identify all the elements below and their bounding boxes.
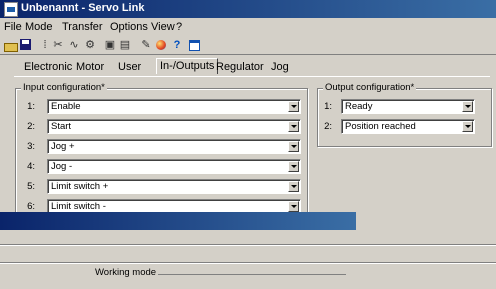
open-icon[interactable] (3, 38, 18, 52)
monitor-icon[interactable]: ⚙ (83, 38, 97, 52)
tool-icon[interactable]: ⁞ (38, 38, 52, 52)
output-configuration-group: Output configuration* 1: Ready 2: Positi… (317, 82, 492, 147)
chevron-down-icon[interactable] (288, 201, 299, 212)
input-select-6-value: Limit switch - (51, 201, 106, 212)
output-configuration-title: Output configuration* (323, 82, 417, 93)
separator (0, 263, 496, 264)
menu-transfer[interactable]: Transfer (62, 21, 103, 33)
menu-options[interactable]: Options (110, 21, 148, 33)
overlapping-window-title-bar[interactable] (0, 212, 356, 230)
chevron-down-icon[interactable] (462, 101, 473, 112)
chevron-down-icon[interactable] (288, 181, 299, 192)
output-select-2-value: Position reached (345, 121, 416, 132)
input-number-6: 6: (27, 201, 35, 212)
app-icon (4, 2, 18, 17)
chevron-down-icon[interactable] (288, 121, 299, 132)
tab-regulator[interactable]: Regulator (216, 61, 264, 73)
menu-file[interactable]: File (4, 21, 22, 33)
input-configuration-group: Input configuration* 1: Enable 2: Start … (15, 82, 308, 226)
input-select-5[interactable]: Limit switch + (47, 179, 301, 194)
input-select-5-value: Limit switch + (51, 181, 109, 192)
chevron-down-icon[interactable] (288, 161, 299, 172)
working-mode-label: Working mode (93, 267, 159, 278)
input-select-2[interactable]: Start (47, 119, 301, 134)
edit-icon[interactable]: ✎ (139, 38, 153, 52)
input-select-4-value: Jog - (51, 161, 73, 172)
help-icon[interactable]: ? (170, 38, 184, 52)
separator (0, 245, 496, 246)
tab-strip: Electronic Motor User In-/Outputs Regula… (20, 58, 490, 75)
window-title: Unbenannt - Servo Link (21, 2, 145, 14)
tab-electronic[interactable]: Electronic (24, 61, 72, 73)
chart-icon[interactable]: ▤ (118, 38, 132, 52)
window-icon[interactable] (187, 38, 201, 52)
tab-in-outputs[interactable]: In-/Outputs (156, 58, 219, 74)
input-select-3-value: Jog + (51, 141, 75, 152)
chevron-down-icon[interactable] (288, 141, 299, 152)
output-select-2[interactable]: Position reached (341, 119, 475, 134)
wrench-icon[interactable]: ✂ (51, 38, 65, 52)
tab-motor[interactable]: Motor (76, 61, 104, 73)
input-select-1[interactable]: Enable (47, 99, 301, 114)
output-number-1: 1: (324, 101, 332, 112)
output-select-1[interactable]: Ready (341, 99, 475, 114)
input-select-3[interactable]: Jog + (47, 139, 301, 154)
input-number-3: 3: (27, 141, 35, 152)
globe-icon[interactable] (154, 38, 168, 52)
output-select-1-value: Ready (345, 101, 373, 112)
input-number-2: 2: (27, 121, 35, 132)
menu-help[interactable]: ? (176, 21, 182, 33)
menu-view[interactable]: View (151, 21, 175, 33)
monitor2-icon[interactable]: ▣ (103, 38, 117, 52)
output-number-2: 2: (324, 121, 332, 132)
menu-bar: File Mode Transfer Options View ? (0, 19, 496, 35)
save-icon[interactable] (19, 38, 33, 52)
tab-user[interactable]: User (118, 61, 141, 73)
input-select-2-value: Start (51, 121, 72, 132)
input-configuration-title: Input configuration* (21, 82, 107, 93)
chevron-down-icon[interactable] (462, 121, 473, 132)
overlapping-window: Working mode (0, 212, 496, 278)
tab-jog[interactable]: Jog (271, 61, 289, 73)
menu-mode[interactable]: Mode (25, 21, 53, 33)
compare-icon[interactable]: ∿ (67, 38, 81, 52)
input-number-1: 1: (27, 101, 35, 112)
input-number-5: 5: (27, 181, 35, 192)
chevron-down-icon[interactable] (288, 101, 299, 112)
toolbar: ⁞ ✂ ∿ ⚙ ▣ ▤ ✎ ? (0, 36, 496, 55)
input-number-4: 4: (27, 161, 35, 172)
title-bar: Unbenannt - Servo Link (0, 0, 496, 18)
input-select-1-value: Enable (51, 101, 81, 112)
tab-divider (14, 76, 490, 77)
input-select-4[interactable]: Jog - (47, 159, 301, 174)
